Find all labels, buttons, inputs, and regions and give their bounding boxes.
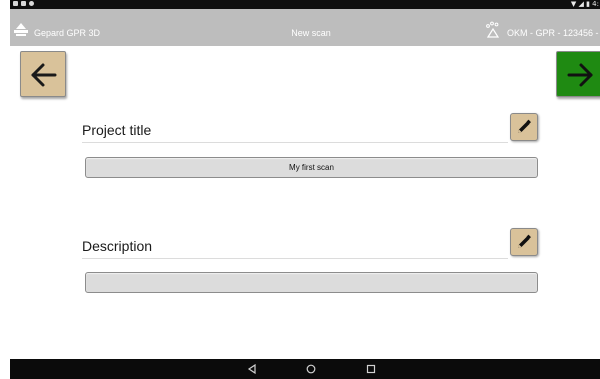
description-divider [82, 258, 508, 259]
back-button[interactable] [20, 51, 66, 97]
project-title-field[interactable]: My first scan [85, 157, 538, 178]
notification-icon [13, 1, 18, 6]
description-label: Description [82, 238, 153, 254]
home-circle-icon[interactable] [306, 364, 316, 374]
edit-project-title-button[interactable] [510, 113, 538, 141]
status-bar: ▼ ◢ ▮ 4: [10, 0, 600, 9]
back-triangle-icon[interactable] [247, 364, 257, 374]
project-title-divider [82, 142, 508, 143]
edit-description-button[interactable] [510, 228, 538, 256]
notification-icon [21, 1, 26, 6]
status-notification-icons [13, 1, 34, 6]
status-system-info: ▼ ◢ ▮ 4: [570, 0, 599, 8]
arrow-left-icon [31, 63, 57, 87]
connected-device-name[interactable]: OKM - GPR - 123456 - [507, 27, 599, 39]
project-title-label: Project title [82, 122, 152, 138]
notification-icon [29, 1, 34, 6]
recents-square-icon[interactable] [366, 364, 376, 374]
system-navigation-bar [10, 359, 600, 379]
arrow-right-icon [567, 63, 593, 87]
gepard-logo-icon [14, 23, 28, 36]
paw-print-icon [486, 21, 500, 38]
app-name: Gepard GPR 3D [34, 28, 101, 38]
device-screen: ▼ ◢ ▮ 4: Gepard GPR 3D New scan OKM - GP… [10, 0, 600, 379]
app-bar: Gepard GPR 3D New scan OKM - GPR - 12345… [10, 9, 600, 46]
pencil-icon [518, 119, 531, 133]
description-field[interactable] [85, 272, 538, 293]
screen-title: New scan [291, 28, 331, 38]
pencil-icon [518, 234, 531, 248]
next-button[interactable] [556, 51, 600, 97]
